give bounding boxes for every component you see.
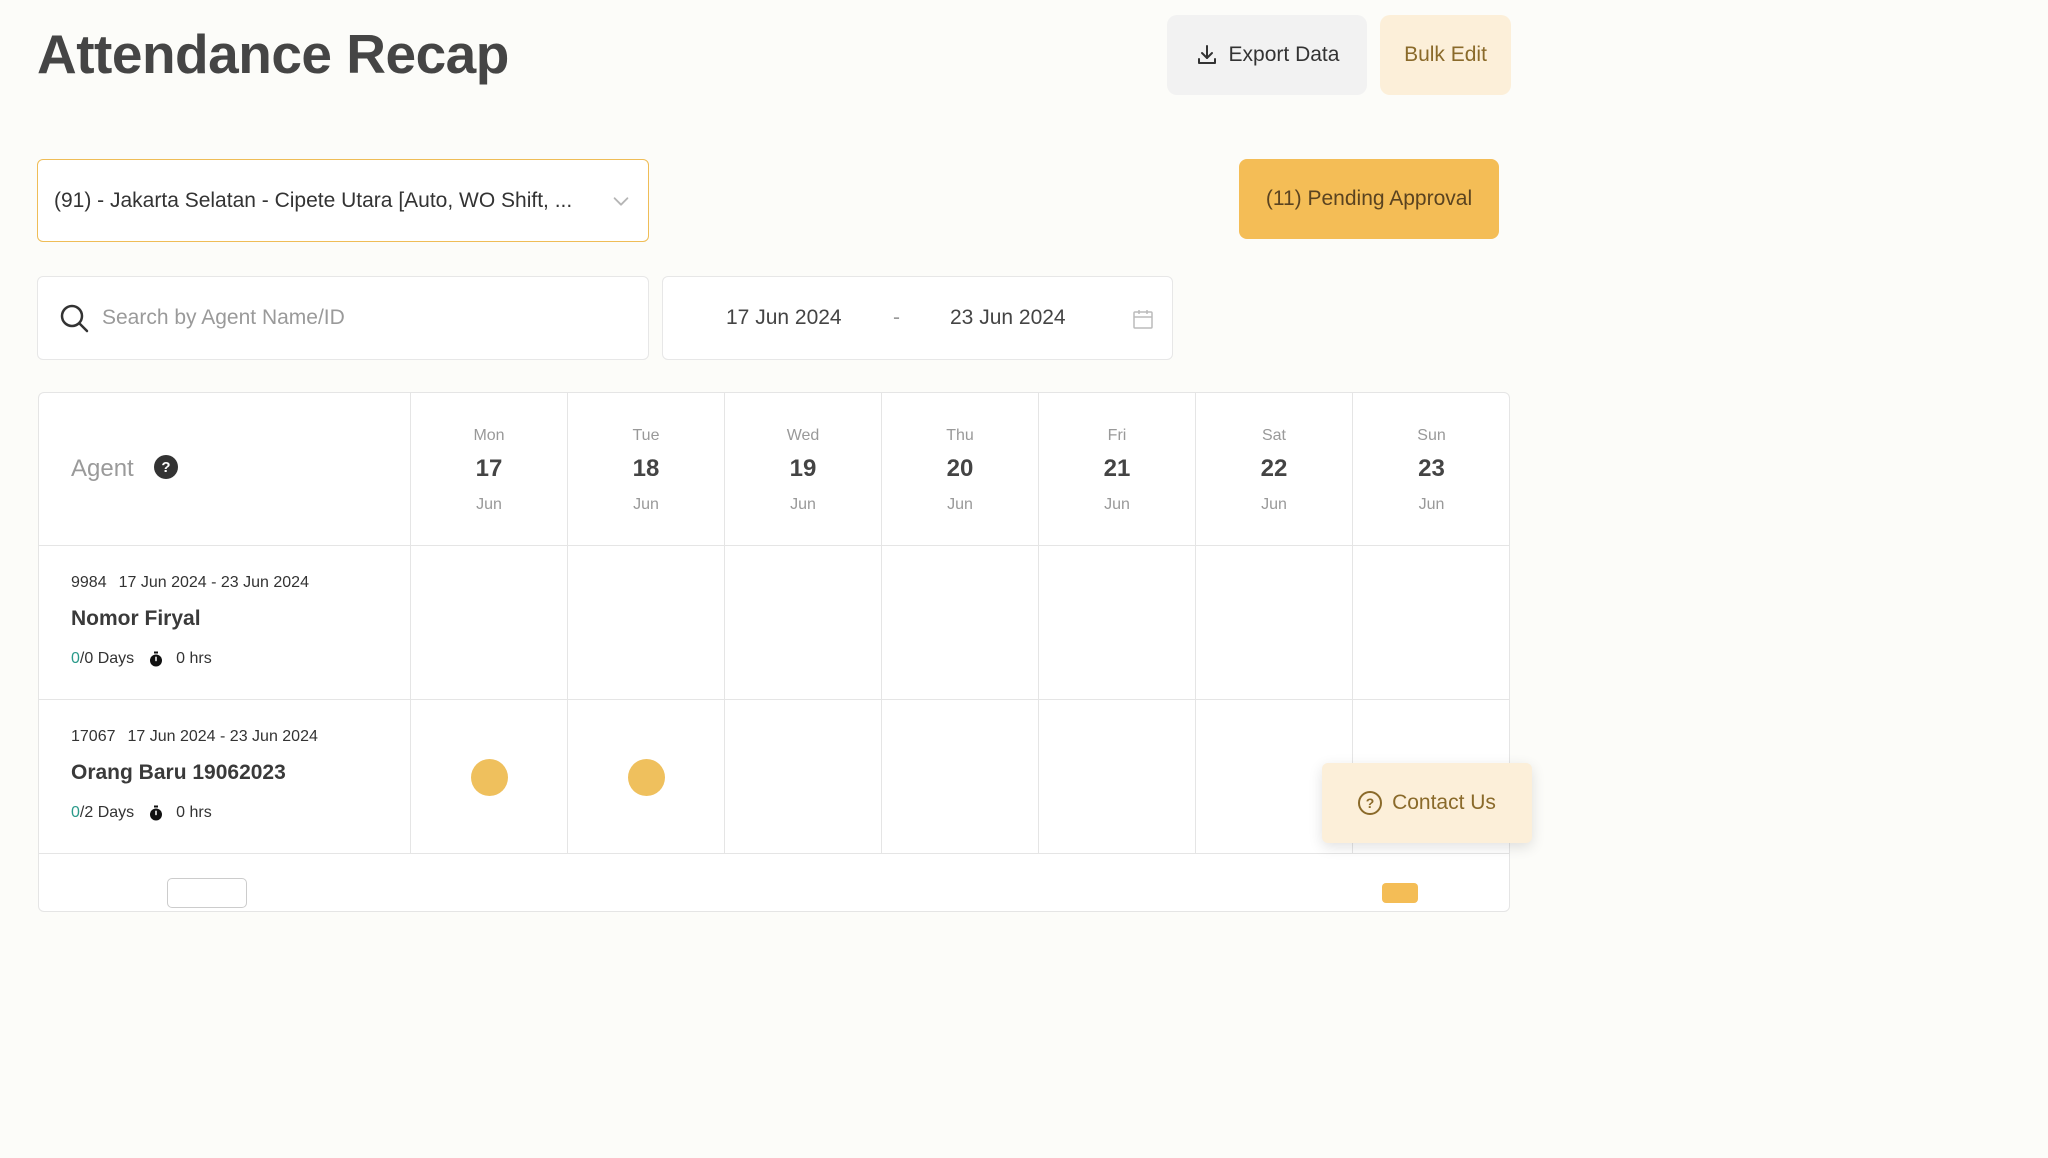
day-of-week: Sun [1417, 427, 1446, 444]
present-days: 0 [71, 650, 80, 667]
stopwatch-icon [150, 651, 163, 667]
agent-row: 9984 17 Jun 2024 - 23 Jun 2024 Nomor Firy… [39, 546, 1509, 700]
agent-header-label: Agent [71, 455, 134, 482]
day-header: Sat 22 Jun [1196, 393, 1353, 545]
agent-period: 17 Jun 2024 - 23 Jun 2024 [118, 574, 309, 591]
agent-cell[interactable]: 17067 17 Jun 2024 - 23 Jun 2024 Orang Bar… [39, 700, 411, 853]
date-range-picker[interactable]: 17 Jun 2024 - 23 Jun 2024 [662, 276, 1173, 360]
location-select-value: (91) - Jakarta Selatan - Cipete Utara [A… [54, 188, 573, 212]
agent-id: 17067 [71, 728, 116, 745]
day-month: Jun [1261, 496, 1287, 513]
chevron-down-icon [613, 196, 629, 206]
agent-column-header: Agent ? [39, 393, 411, 545]
day-cell[interactable] [725, 700, 882, 853]
help-circle-icon[interactable]: ? [154, 455, 178, 479]
day-cell[interactable] [1196, 546, 1353, 699]
day-header: Thu 20 Jun [882, 393, 1039, 545]
location-select[interactable]: (91) - Jakarta Selatan - Cipete Utara [A… [37, 159, 649, 242]
day-of-week: Wed [786, 427, 820, 444]
day-month: Jun [790, 496, 816, 513]
attendance-status-dot[interactable] [628, 759, 665, 796]
agent-name[interactable]: Orang Baru 19062023 [71, 761, 286, 785]
download-icon [1197, 45, 1216, 64]
date-start[interactable]: 17 Jun 2024 [726, 306, 842, 330]
date-end[interactable]: 23 Jun 2024 [950, 306, 1066, 330]
pagination-active-page[interactable] [1382, 883, 1418, 903]
stopwatch-icon [150, 805, 163, 821]
day-cell[interactable] [882, 700, 1039, 853]
day-number: 19 [789, 455, 817, 482]
day-number: 22 [1260, 455, 1288, 482]
day-cell[interactable] [1039, 700, 1196, 853]
day-cell[interactable] [882, 546, 1039, 699]
day-number: 20 [946, 455, 974, 482]
day-of-week: Sat [1261, 427, 1286, 444]
calendar-icon[interactable] [1132, 308, 1154, 330]
attendance-status-dot[interactable] [471, 759, 508, 796]
total-days: /2 Days [79, 804, 135, 821]
day-cell[interactable] [411, 700, 568, 853]
question-circle-icon: ? [1358, 791, 1383, 815]
agent-id: 9984 [71, 574, 107, 591]
day-number: 18 [632, 455, 660, 482]
day-cell[interactable] [1039, 546, 1196, 699]
page-size-select[interactable] [167, 878, 247, 908]
day-month: Jun [1104, 496, 1130, 513]
search-input[interactable] [102, 306, 628, 330]
agent-hours: 0 hrs [176, 650, 212, 667]
day-of-week: Thu [946, 427, 974, 444]
pending-approval-button[interactable]: (11) Pending Approval [1239, 159, 1499, 239]
agent-stats: 0/0 Days 0 hrs [71, 650, 212, 668]
day-of-week: Mon [473, 427, 505, 444]
agent-period: 17 Jun 2024 - 23 Jun 2024 [127, 728, 318, 745]
day-cell[interactable] [411, 546, 568, 699]
day-month: Jun [947, 496, 973, 513]
day-header: Sun 23 Jun [1353, 393, 1509, 545]
agent-cell[interactable]: 9984 17 Jun 2024 - 23 Jun 2024 Nomor Firy… [39, 546, 411, 699]
search-icon [60, 304, 89, 333]
day-number: 21 [1103, 455, 1131, 482]
page-title: Attendance Recap [37, 23, 509, 85]
agent-name[interactable]: Nomor Firyal [71, 607, 201, 631]
agent-row: 17067 17 Jun 2024 - 23 Jun 2024 Orang Bar… [39, 700, 1509, 854]
export-data-button[interactable]: Export Data [1167, 15, 1367, 95]
day-of-week: Fri [1107, 427, 1127, 444]
present-days: 0 [71, 804, 80, 821]
day-cell[interactable] [1353, 546, 1509, 699]
agent-stats: 0/2 Days 0 hrs [71, 804, 212, 822]
day-month: Jun [633, 496, 659, 513]
day-header: Tue 18 Jun [568, 393, 725, 545]
day-header: Fri 21 Jun [1039, 393, 1196, 545]
agent-meta: 9984 17 Jun 2024 - 23 Jun 2024 [71, 574, 309, 592]
total-days: /0 Days [79, 650, 135, 667]
agent-meta: 17067 17 Jun 2024 - 23 Jun 2024 [71, 728, 318, 746]
day-month: Jun [1418, 496, 1445, 513]
day-cell[interactable] [568, 546, 725, 699]
day-header: Mon 17 Jun [411, 393, 568, 545]
date-separator: - [893, 306, 900, 329]
day-cell[interactable] [568, 700, 725, 853]
day-header: Wed 19 Jun [725, 393, 882, 545]
export-data-label: Export Data [1228, 43, 1340, 66]
bulk-edit-button[interactable]: Bulk Edit [1380, 15, 1511, 95]
agent-hours: 0 hrs [176, 804, 212, 821]
contact-us-button[interactable]: ? Contact Us [1322, 763, 1532, 843]
day-month: Jun [476, 496, 502, 513]
contact-us-label: Contact Us [1392, 791, 1496, 814]
pending-approval-label: (11) Pending Approval [1265, 187, 1473, 210]
day-of-week: Tue [632, 427, 660, 444]
grid-header-row: Agent ? Mon 17 Jun Tue 18 Jun Wed 19 Jun… [39, 393, 1509, 546]
search-box [37, 276, 649, 360]
bulk-edit-label: Bulk Edit [1404, 43, 1487, 66]
day-number: 17 [475, 455, 503, 482]
day-number: 23 [1418, 455, 1445, 482]
day-cell[interactable] [725, 546, 882, 699]
attendance-grid: Agent ? Mon 17 Jun Tue 18 Jun Wed 19 Jun… [38, 392, 1510, 912]
